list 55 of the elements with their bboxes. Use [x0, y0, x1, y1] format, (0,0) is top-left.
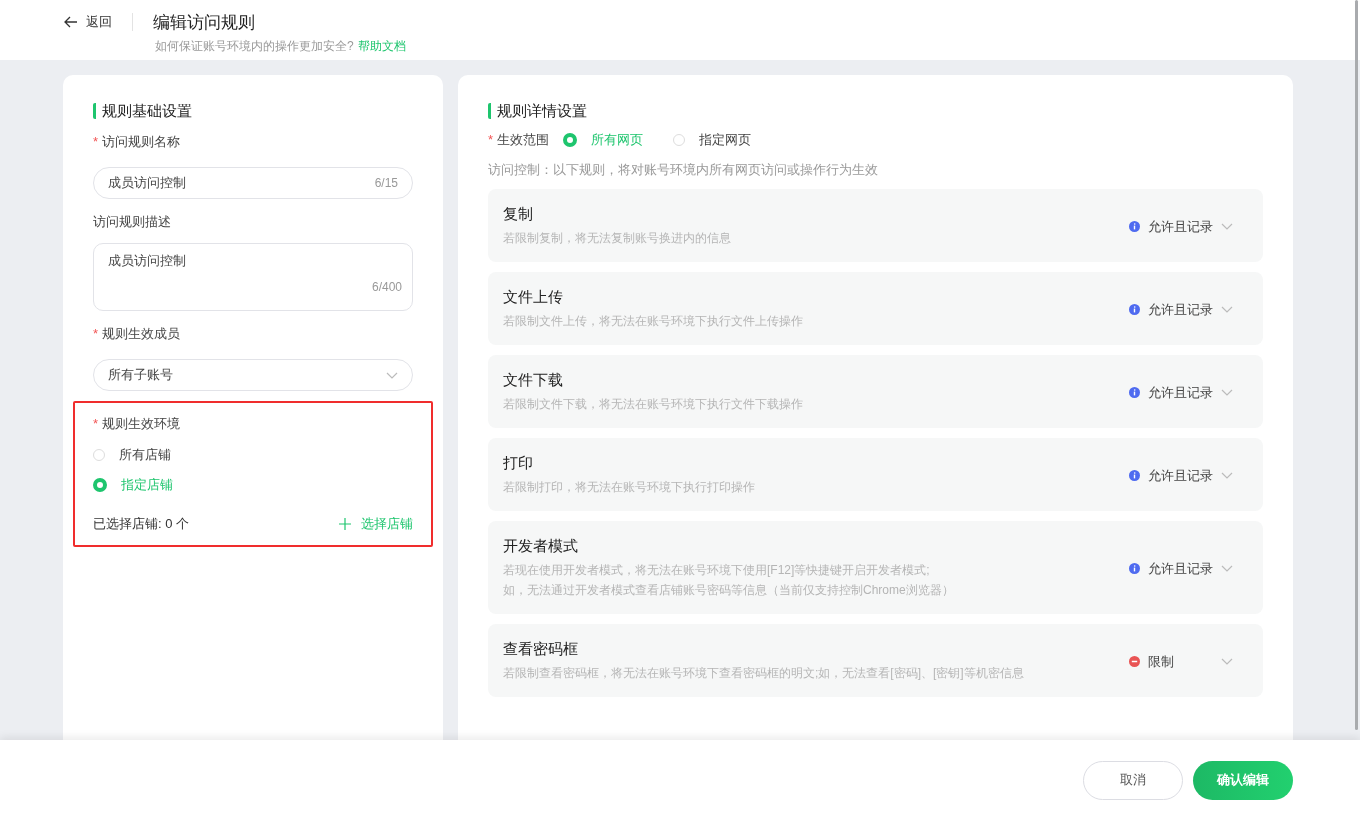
status-dropdown[interactable]: 允许且记录: [1129, 217, 1233, 236]
info-icon: [1129, 221, 1140, 232]
plus-icon: [339, 518, 351, 530]
info-icon: [1129, 304, 1140, 315]
status-dropdown[interactable]: 允许且记录: [1129, 383, 1233, 402]
rule-name: 复制: [503, 205, 534, 224]
char-count: 6/400: [371, 280, 402, 294]
chevron-down-icon: [1221, 472, 1233, 479]
chevron-down-icon: [1221, 565, 1233, 572]
rule-description: 若限制文件下载，将无法在账号环境下执行文件下载操作: [503, 396, 803, 413]
required-asterisk: *: [488, 132, 494, 147]
section-title: 规则基础设置: [93, 103, 192, 119]
chevron-down-icon: [1221, 306, 1233, 313]
section-title: 规则详情设置: [488, 103, 587, 119]
chevron-down-icon: [1221, 658, 1233, 665]
cancel-button[interactable]: 取消: [1083, 760, 1183, 800]
radio-option[interactable]: 指定网页: [673, 131, 752, 149]
info-icon: [1129, 387, 1140, 398]
field-label: 访问规则名称: [102, 133, 181, 151]
rule-name: 文件上传: [503, 288, 564, 307]
chevron-down-icon: [1221, 223, 1233, 230]
rule-description: 若现在使用开发者模式，将无法在账号环境下使用[F12]等快捷键开启开发者模式; 如，无法通过开发者模式查看店铺账号密码等信息（当前仅支持控制Chrome浏览器）: [503, 562, 954, 599]
field-label: 访问规则描述: [93, 213, 171, 231]
status-dropdown[interactable]: 允许且记录: [1129, 300, 1233, 319]
chevron-down-icon: [386, 371, 398, 379]
description-textarea[interactable]: 成员访问控制 6/400: [93, 243, 413, 311]
rule-name: 开发者模式: [503, 537, 579, 556]
rule-description: 若限制查看密码框，将无法在账号环境下查看密码框的明文;如，无法查看[密码]、[密钥]等机密信息: [503, 665, 1024, 682]
required-asterisk: *: [93, 326, 99, 341]
page-title: 编辑访问规则: [153, 11, 255, 34]
status-dropdown[interactable]: 允许且记录: [1129, 559, 1233, 578]
field-label: 规则生效环境: [102, 415, 181, 433]
field-label: 规则生效成员: [102, 325, 181, 343]
back-arrow-icon: [64, 16, 78, 28]
rule-description: 若限制复制，将无法复制账号换进内的信息: [503, 230, 731, 247]
rule-name: 文件下载: [503, 371, 564, 390]
page-subtitle: 如何保证账号环境内的操作更加安全?: [155, 39, 354, 53]
selected-store-count: 已选择店铺: 0 个: [93, 515, 190, 533]
minus-circle-icon: [1129, 656, 1140, 667]
required-asterisk: *: [93, 416, 99, 431]
chevron-down-icon: [1221, 389, 1233, 396]
scrollbar[interactable]: [1355, 0, 1358, 730]
rule-description: 若限制打印，将无法在账号环境下执行打印操作: [503, 479, 755, 496]
field-label: 生效范围: [497, 131, 550, 149]
required-asterisk: *: [93, 134, 99, 149]
radio-option[interactable]: 所有店铺: [93, 447, 413, 463]
rule-name: 打印: [503, 454, 534, 473]
char-count: 6/15: [374, 176, 398, 190]
rule-name: 查看密码框: [503, 640, 579, 659]
info-icon: [1129, 563, 1140, 574]
back-link[interactable]: 返回: [64, 13, 112, 31]
status-dropdown[interactable]: 限制: [1129, 652, 1233, 671]
status-dropdown[interactable]: 允许且记录: [1129, 466, 1233, 485]
info-icon: [1129, 470, 1140, 481]
scope-note: 访问控制：以下规则，将对账号环境内所有网页访问或操作行为生效: [488, 161, 879, 179]
